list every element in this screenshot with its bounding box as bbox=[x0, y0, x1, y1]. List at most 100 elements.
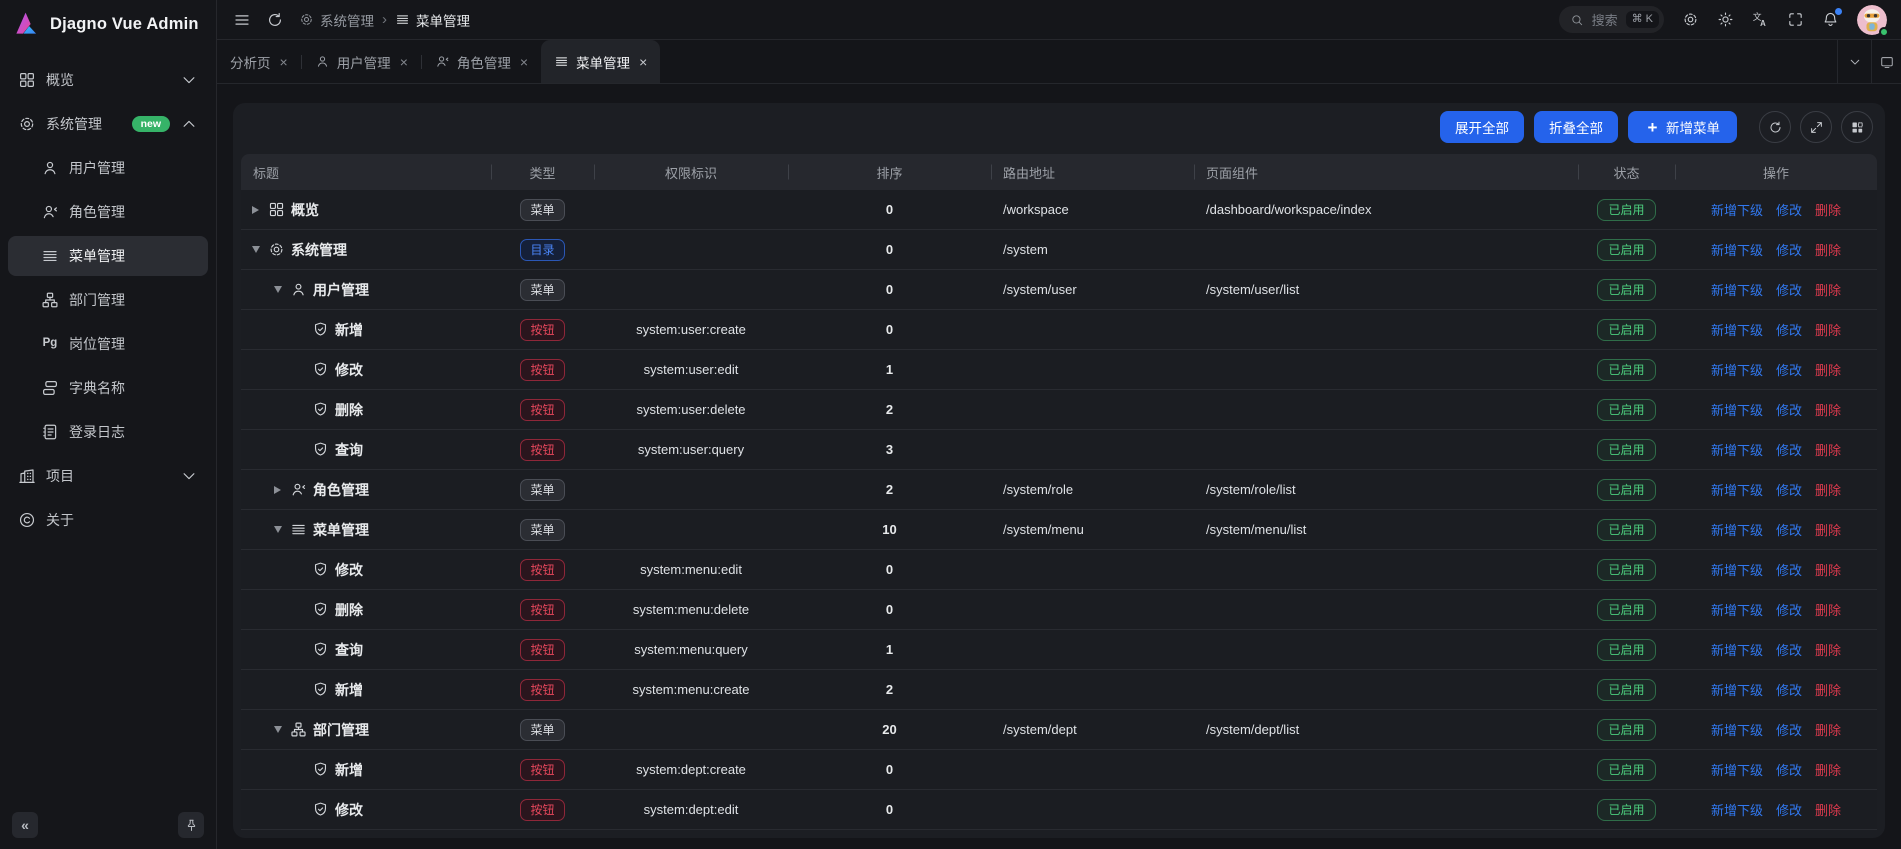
tab-roles[interactable]: 角色管理× bbox=[422, 40, 541, 83]
page-refresh-button[interactable] bbox=[266, 11, 284, 29]
table-refresh-button[interactable] bbox=[1759, 111, 1791, 143]
action-delete[interactable]: 删除 bbox=[1815, 720, 1841, 739]
fullscreen-button[interactable] bbox=[1787, 11, 1804, 28]
sidebar-item-overview[interactable]: 概览 bbox=[8, 60, 208, 100]
sidebar-pin-button[interactable] bbox=[178, 812, 204, 838]
notifications-button[interactable] bbox=[1822, 11, 1839, 28]
action-delete[interactable]: 删除 bbox=[1815, 800, 1841, 819]
action-add-child[interactable]: 新增下级 bbox=[1711, 480, 1763, 499]
action-add-child[interactable]: 新增下级 bbox=[1711, 240, 1763, 259]
tab-close-icon[interactable]: × bbox=[520, 55, 528, 69]
sidebar-item-projects[interactable]: 项目 bbox=[8, 456, 208, 496]
sidebar-item-departments[interactable]: 部门管理 bbox=[8, 280, 208, 320]
action-edit[interactable]: 修改 bbox=[1776, 600, 1802, 619]
action-edit[interactable]: 修改 bbox=[1776, 560, 1802, 579]
action-edit[interactable]: 修改 bbox=[1776, 760, 1802, 779]
sidebar-toggle-button[interactable] bbox=[233, 11, 251, 29]
action-add-child[interactable]: 新增下级 bbox=[1711, 400, 1763, 419]
expand-toggle[interactable] bbox=[271, 526, 284, 533]
sidebar-item-users[interactable]: 用户管理 bbox=[8, 148, 208, 188]
logo[interactable]: Djagno Vue Admin bbox=[0, 0, 216, 48]
content-maximize-button[interactable] bbox=[1871, 40, 1901, 83]
sidebar-item-system[interactable]: 系统管理new bbox=[8, 104, 208, 144]
sidebar-item-positions[interactable]: Pg岗位管理 bbox=[8, 324, 208, 364]
language-button[interactable]: 文A bbox=[1752, 11, 1769, 28]
route-path: /system/menu bbox=[991, 522, 1194, 537]
action-edit[interactable]: 修改 bbox=[1776, 280, 1802, 299]
tab-close-icon[interactable]: × bbox=[400, 55, 408, 69]
action-delete[interactable]: 删除 bbox=[1815, 520, 1841, 539]
action-delete[interactable]: 删除 bbox=[1815, 480, 1841, 499]
sidebar-item-roles[interactable]: 角色管理 bbox=[8, 192, 208, 232]
action-edit[interactable]: 修改 bbox=[1776, 320, 1802, 339]
collapse-all-button[interactable]: 折叠全部 bbox=[1534, 111, 1618, 143]
tab-close-icon[interactable]: × bbox=[280, 55, 288, 69]
action-delete[interactable]: 删除 bbox=[1815, 560, 1841, 579]
expand-all-button[interactable]: 展开全部 bbox=[1440, 111, 1524, 143]
action-add-child[interactable]: 新增下级 bbox=[1711, 640, 1763, 659]
expand-toggle[interactable] bbox=[249, 246, 262, 253]
action-delete[interactable]: 删除 bbox=[1815, 360, 1841, 379]
action-edit[interactable]: 修改 bbox=[1776, 400, 1802, 419]
action-edit[interactable]: 修改 bbox=[1776, 720, 1802, 739]
action-delete[interactable]: 删除 bbox=[1815, 280, 1841, 299]
row-title: 角色管理 bbox=[313, 480, 369, 500]
breadcrumb-item-system[interactable]: 系统管理 bbox=[299, 10, 374, 30]
user-avatar[interactable] bbox=[1857, 5, 1887, 35]
action-add-child[interactable]: 新增下级 bbox=[1711, 560, 1763, 579]
global-search[interactable]: 搜索 ⌘ K bbox=[1559, 6, 1664, 33]
action-delete[interactable]: 删除 bbox=[1815, 760, 1841, 779]
sidebar-item-login-logs[interactable]: 登录日志 bbox=[8, 412, 208, 452]
expand-toggle[interactable] bbox=[271, 286, 284, 293]
action-delete[interactable]: 删除 bbox=[1815, 600, 1841, 619]
action-add-child[interactable]: 新增下级 bbox=[1711, 200, 1763, 219]
expand-toggle[interactable] bbox=[271, 486, 284, 494]
sidebar-item-dictionary[interactable]: 字典名称 bbox=[8, 368, 208, 408]
expand-toggle[interactable] bbox=[249, 206, 262, 214]
theme-toggle-button[interactable] bbox=[1717, 11, 1734, 28]
sidebar-item-menus[interactable]: 菜单管理 bbox=[8, 236, 208, 276]
table-fullscreen-button[interactable] bbox=[1800, 111, 1832, 143]
action-add-child[interactable]: 新增下级 bbox=[1711, 440, 1763, 459]
action-edit[interactable]: 修改 bbox=[1776, 480, 1802, 499]
tab-close-icon[interactable]: × bbox=[639, 55, 647, 69]
column-header: 类型 bbox=[491, 163, 594, 182]
action-add-child[interactable]: 新增下级 bbox=[1711, 360, 1763, 379]
tabs-dropdown-button[interactable] bbox=[1837, 40, 1871, 83]
action-add-child[interactable]: 新增下级 bbox=[1711, 320, 1763, 339]
sidebar-item-about[interactable]: 关于 bbox=[8, 500, 208, 540]
action-delete[interactable]: 删除 bbox=[1815, 200, 1841, 219]
action-add-child[interactable]: 新增下级 bbox=[1711, 800, 1763, 819]
action-edit[interactable]: 修改 bbox=[1776, 360, 1802, 379]
action-edit[interactable]: 修改 bbox=[1776, 800, 1802, 819]
action-delete[interactable]: 删除 bbox=[1815, 440, 1841, 459]
settings-button[interactable] bbox=[1682, 11, 1699, 28]
action-add-child[interactable]: 新增下级 bbox=[1711, 280, 1763, 299]
action-edit[interactable]: 修改 bbox=[1776, 200, 1802, 219]
action-edit[interactable]: 修改 bbox=[1776, 680, 1802, 699]
action-add-child[interactable]: 新增下级 bbox=[1711, 600, 1763, 619]
tab-analytics[interactable]: 分析页× bbox=[217, 40, 301, 83]
action-edit[interactable]: 修改 bbox=[1776, 440, 1802, 459]
action-add-child[interactable]: 新增下级 bbox=[1711, 520, 1763, 539]
action-add-child[interactable]: 新增下级 bbox=[1711, 760, 1763, 779]
action-delete[interactable]: 删除 bbox=[1815, 680, 1841, 699]
action-delete[interactable]: 删除 bbox=[1815, 320, 1841, 339]
action-add-child[interactable]: 新增下级 bbox=[1711, 720, 1763, 739]
action-delete[interactable]: 删除 bbox=[1815, 240, 1841, 259]
expand-toggle[interactable] bbox=[271, 726, 284, 733]
sidebar-collapse-button[interactable]: « bbox=[12, 812, 38, 838]
status-badge: 已启用 bbox=[1597, 319, 1655, 341]
column-settings-button[interactable] bbox=[1841, 111, 1873, 143]
action-delete[interactable]: 删除 bbox=[1815, 640, 1841, 659]
action-add-child[interactable]: 新增下级 bbox=[1711, 680, 1763, 699]
tab-users[interactable]: 用户管理× bbox=[302, 40, 421, 83]
add-menu-button[interactable]: + 新增菜单 bbox=[1628, 111, 1737, 143]
sort-value: 0 bbox=[788, 322, 991, 337]
action-delete[interactable]: 删除 bbox=[1815, 400, 1841, 419]
action-edit[interactable]: 修改 bbox=[1776, 520, 1802, 539]
breadcrumb-item-menus[interactable]: 菜单管理 bbox=[395, 10, 470, 30]
tab-menus[interactable]: 菜单管理× bbox=[541, 40, 660, 83]
action-edit[interactable]: 修改 bbox=[1776, 640, 1802, 659]
action-edit[interactable]: 修改 bbox=[1776, 240, 1802, 259]
